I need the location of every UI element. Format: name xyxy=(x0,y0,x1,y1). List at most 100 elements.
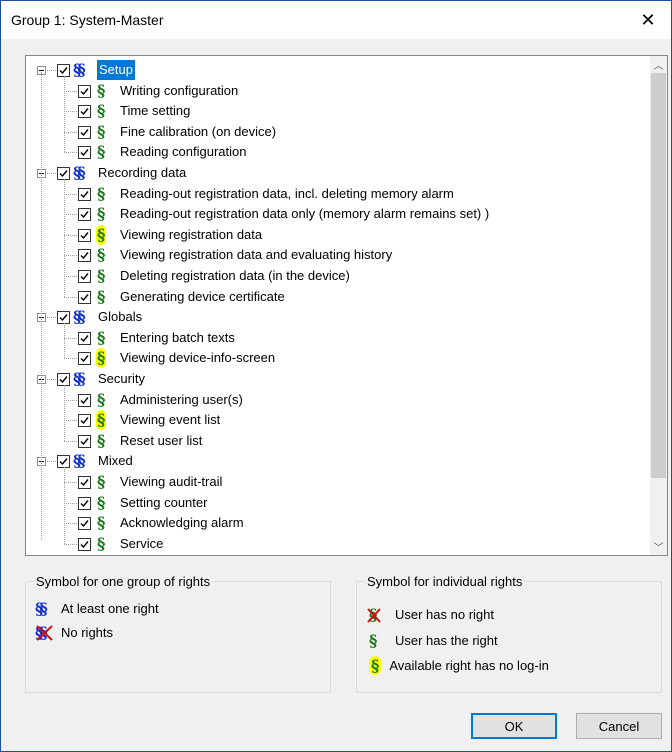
tree-connector xyxy=(64,323,65,359)
chevron-up-icon[interactable]: ︿ xyxy=(650,56,667,73)
section-icon: § xyxy=(97,286,106,306)
checkbox-checked-icon[interactable] xyxy=(78,517,91,531)
section-icon: § xyxy=(97,266,106,285)
tree-item-label[interactable]: Viewing registration data xyxy=(120,225,262,245)
legend-has-right-label: User has the right xyxy=(395,632,498,648)
tree-connector xyxy=(64,234,77,236)
tree-connector xyxy=(64,90,77,92)
tree-item-label[interactable]: Reading-out registration data only (memo… xyxy=(120,204,489,224)
tree-item-label[interactable]: Viewing event list xyxy=(120,410,220,430)
checkbox-checked-icon[interactable] xyxy=(78,187,91,201)
ok-button[interactable]: OK xyxy=(471,713,557,739)
tree-item-label[interactable]: Generating device certificate xyxy=(120,287,285,307)
tree-item-label[interactable]: Reading configuration xyxy=(120,142,246,162)
tree-item-row[interactable] xyxy=(26,122,626,142)
tree-item-row[interactable] xyxy=(26,534,626,554)
checkbox-checked-icon[interactable] xyxy=(78,208,91,222)
section-icon: § xyxy=(97,327,106,347)
window-title: Group 1: System-Master xyxy=(11,12,164,28)
double-section-icon: §§ xyxy=(73,369,86,388)
checkbox-checked-icon[interactable] xyxy=(78,249,91,263)
tree-connector xyxy=(64,296,77,298)
checkbox-checked-icon[interactable] xyxy=(78,290,91,304)
checkbox-checked-icon[interactable] xyxy=(78,228,91,242)
close-icon[interactable]: ✕ xyxy=(625,1,671,39)
tree-group-label[interactable]: Mixed xyxy=(98,451,133,471)
checkbox-checked-icon[interactable] xyxy=(78,476,91,489)
section-icon: § xyxy=(97,101,106,121)
section-highlighted-icon: § xyxy=(96,410,107,431)
title-bar: Group 1: System-Master ✕ xyxy=(1,1,671,39)
tree-item-label[interactable]: Service xyxy=(120,534,163,554)
section-icon: § xyxy=(97,430,106,450)
tree-item-label[interactable]: Reading-out registration data, incl. del… xyxy=(120,184,454,204)
legend-no-login-label: Available right has no log-in xyxy=(389,657,549,673)
tree-group-label[interactable]: Recording data xyxy=(98,163,186,183)
tree-item-row[interactable] xyxy=(26,81,626,101)
legend-has-right: § User has the right xyxy=(369,630,498,650)
tree-connector xyxy=(64,179,65,297)
tree-item-row[interactable] xyxy=(26,142,626,162)
legend-no-right: § User has no right xyxy=(367,604,494,624)
legend-at-least-one: §§ At least one right xyxy=(35,598,159,618)
tree-connector xyxy=(64,276,77,277)
tree-item-label[interactable]: Entering batch texts xyxy=(120,328,235,348)
tree-connector xyxy=(47,70,56,71)
tree-connector xyxy=(64,193,77,195)
checkbox-checked-icon[interactable] xyxy=(78,331,91,345)
checkbox-checked-icon[interactable] xyxy=(78,496,91,510)
checkbox-checked-icon[interactable] xyxy=(78,537,91,551)
tree-item-label[interactable]: Reset user list xyxy=(120,431,202,451)
tree-item-row[interactable] xyxy=(26,410,626,430)
checkbox-checked-icon[interactable] xyxy=(78,270,91,283)
tree-item-label[interactable]: Deleting registration data (in the devic… xyxy=(120,266,350,286)
tree-item-label[interactable]: Time setting xyxy=(120,101,190,121)
tree-item-row[interactable] xyxy=(26,225,626,245)
tree-item-label[interactable]: Viewing device-info-screen xyxy=(120,348,275,368)
tree-item-label[interactable]: Fine calibration (on device) xyxy=(120,122,276,142)
tree-item-label[interactable]: Viewing registration data and evaluating… xyxy=(120,245,392,265)
tree-connector xyxy=(64,255,77,257)
chevron-down-icon[interactable]: ﹀ xyxy=(650,538,667,555)
tree-item-row[interactable] xyxy=(26,348,626,368)
scrollbar-thumb[interactable] xyxy=(651,73,666,478)
tree-item-label[interactable]: Acknowledging alarm xyxy=(120,513,244,533)
tree-item-row[interactable] xyxy=(26,493,626,513)
tree-item-row[interactable] xyxy=(26,431,626,451)
group-legend-title: Symbol for one group of rights xyxy=(34,574,213,589)
section-icon: § xyxy=(369,630,378,650)
cancel-button[interactable]: Cancel xyxy=(576,713,662,739)
tree-connector xyxy=(41,72,42,541)
checkbox-checked-icon[interactable] xyxy=(78,352,91,366)
tree-item-label[interactable]: Administering user(s) xyxy=(120,390,243,410)
tree-item-row[interactable] xyxy=(26,472,626,492)
tree-connector xyxy=(64,358,77,360)
checkbox-checked-icon[interactable] xyxy=(78,434,91,448)
legend-no-login: § Available right has no log-in xyxy=(369,655,549,675)
tree-item-row[interactable] xyxy=(26,101,626,121)
section-highlighted-icon: § xyxy=(369,655,382,675)
rights-tree[interactable]: §§ Setup § Writing configuration § Time setti… xyxy=(25,55,668,556)
checkbox-checked-icon[interactable] xyxy=(78,105,91,119)
vertical-scrollbar[interactable]: ︿ ﹀ xyxy=(650,56,667,555)
tree-item-label[interactable]: Setting counter xyxy=(120,493,207,513)
tree-connector xyxy=(64,399,77,401)
checkbox-checked-icon[interactable] xyxy=(78,84,91,98)
tree-item-row[interactable] xyxy=(26,513,626,533)
tree-group-label[interactable]: Globals xyxy=(98,307,142,327)
checkbox-checked-icon[interactable] xyxy=(78,393,91,407)
legend-no-rights: §§ No rights xyxy=(35,622,113,642)
tree-item-row[interactable] xyxy=(26,287,626,307)
tree-group-label[interactable]: Setup xyxy=(97,60,135,80)
tree-item-label[interactable]: Writing configuration xyxy=(120,81,238,101)
double-section-icon: §§ xyxy=(73,307,86,327)
checkbox-checked-icon[interactable] xyxy=(78,125,91,139)
checkbox-checked-icon[interactable] xyxy=(78,146,91,160)
tree-group-label[interactable]: Security xyxy=(98,369,145,389)
tree-item-label[interactable]: Viewing audit-trail xyxy=(120,472,222,492)
tree-connector xyxy=(64,523,77,525)
tree-item-row[interactable] xyxy=(26,390,626,410)
checkbox-checked-icon[interactable] xyxy=(78,414,91,428)
tree-item-row[interactable] xyxy=(26,328,626,348)
legend-at-least-one-label: At least one right xyxy=(61,600,159,616)
